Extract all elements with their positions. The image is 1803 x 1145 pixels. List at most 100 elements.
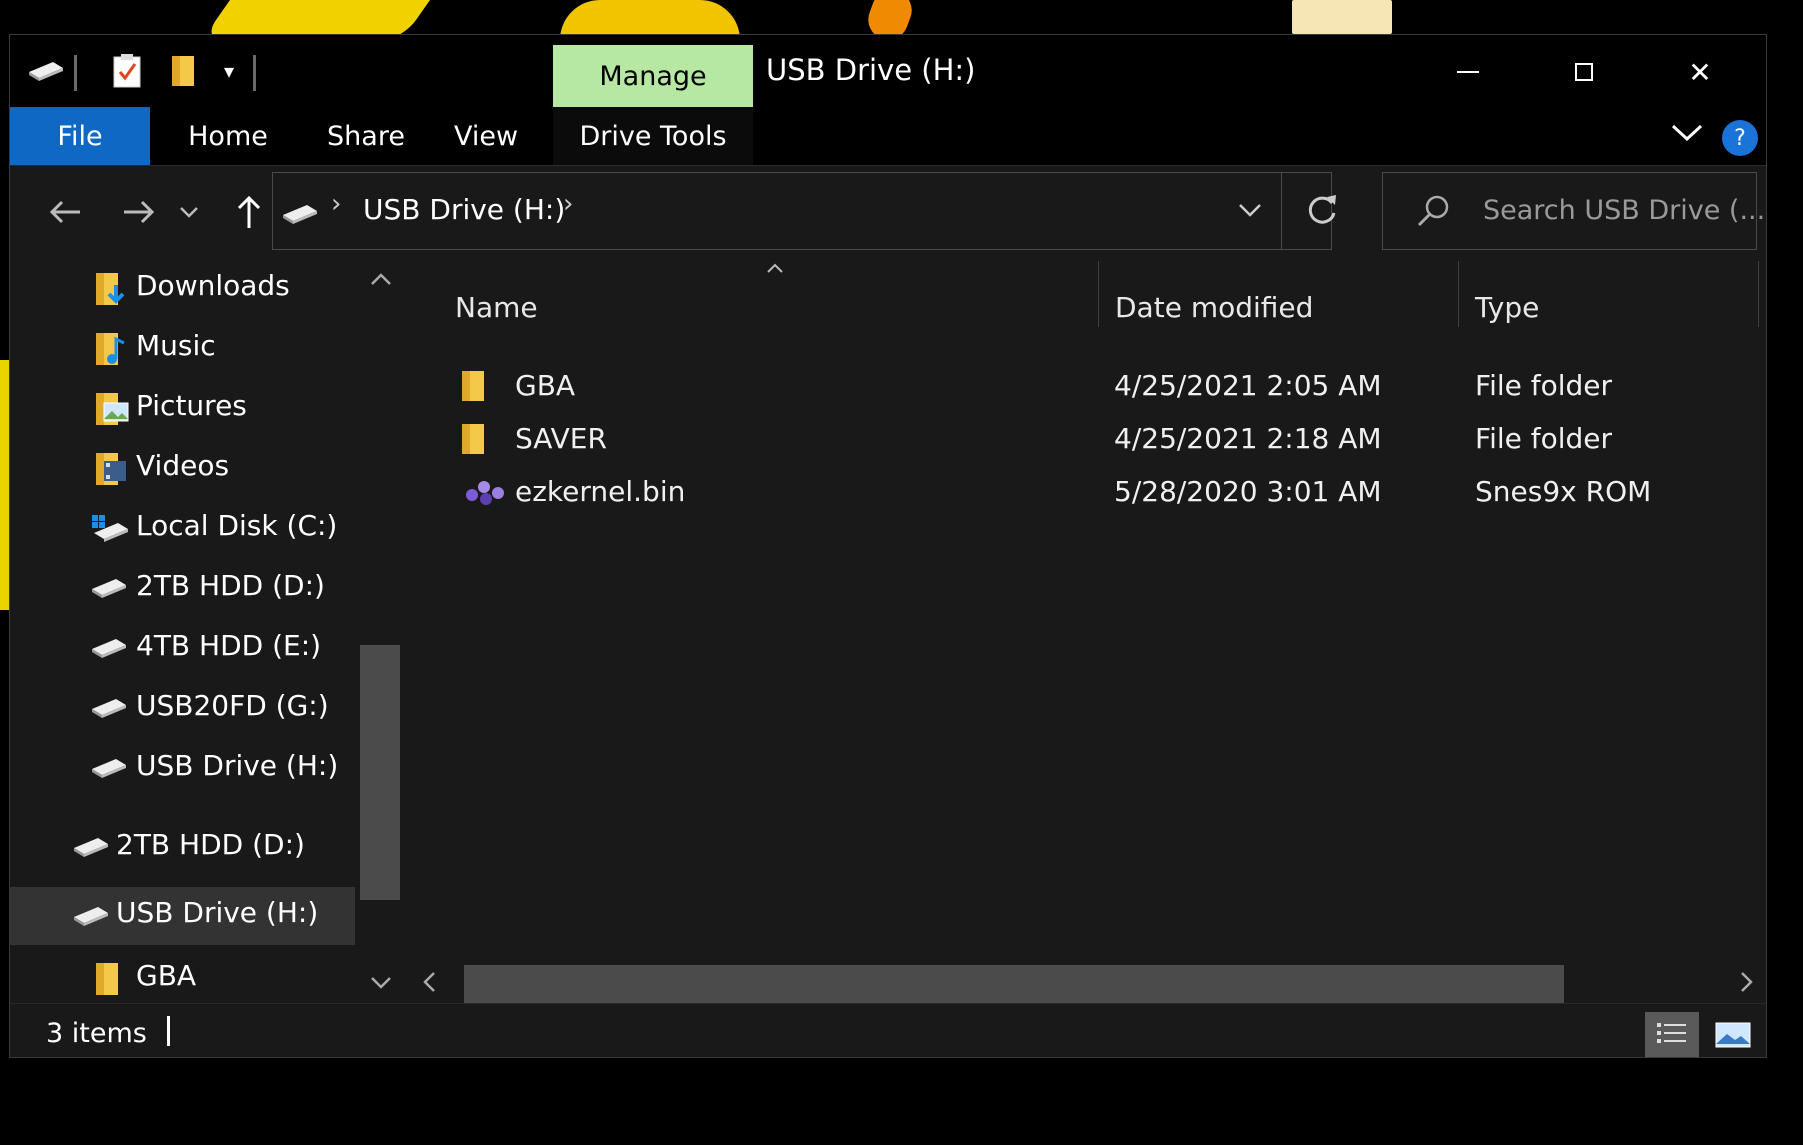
close-button[interactable]: ✕ xyxy=(1660,47,1740,97)
address-history-button[interactable] xyxy=(1237,201,1263,223)
chevron-down-icon xyxy=(1671,124,1703,142)
maximize-button[interactable] xyxy=(1544,47,1624,97)
tab-home[interactable]: Home xyxy=(178,107,278,165)
column-header-name[interactable]: Name xyxy=(455,291,538,324)
refresh-icon xyxy=(1308,195,1336,224)
file-name: GBA xyxy=(515,369,576,402)
file-date: 4/25/2021 2:18 AM xyxy=(1114,422,1382,455)
folder-icon xyxy=(460,422,494,456)
search-icon xyxy=(1415,193,1451,233)
nav-item-local-disk-c[interactable]: Local Disk (C:) xyxy=(10,501,355,557)
ribbon-tabs: File Home Share View Drive Tools ? xyxy=(10,107,1766,166)
folder-icon xyxy=(460,369,494,403)
sort-ascending-icon xyxy=(766,255,784,280)
tab-drive-tools[interactable]: Drive Tools xyxy=(553,107,753,165)
breadcrumb-current[interactable]: USB Drive (H:) xyxy=(363,193,565,226)
nav-item-label: 2TB HDD (D:) xyxy=(136,569,325,602)
nav-item-label: USB20FD (G:) xyxy=(136,689,329,722)
horizontal-scrollbar[interactable] xyxy=(408,961,1766,1005)
minimize-button[interactable] xyxy=(1428,47,1508,97)
nav-scrollbar-thumb[interactable] xyxy=(360,645,400,900)
close-icon: ✕ xyxy=(1688,55,1712,89)
back-button[interactable] xyxy=(40,190,90,234)
nav-item-2tb-hdd-d[interactable]: 2TB HDD (D:) xyxy=(10,561,355,617)
new-folder-icon[interactable] xyxy=(162,51,204,91)
tab-file[interactable]: File xyxy=(10,107,150,165)
nav-item-label: USB Drive (H:) xyxy=(136,749,339,782)
scroll-left-icon[interactable] xyxy=(422,971,436,997)
recent-locations-button[interactable] xyxy=(174,190,204,234)
help-button[interactable]: ? xyxy=(1722,120,1758,156)
file-date: 5/28/2020 3:01 AM xyxy=(1114,475,1382,508)
column-header-type[interactable]: Type xyxy=(1475,291,1539,324)
nav-item-label: Downloads xyxy=(136,269,290,302)
nav-item-usb-drive-h-root[interactable]: USB Drive (H:) xyxy=(10,887,355,945)
file-type: File folder xyxy=(1475,422,1613,455)
address-bar[interactable]: › USB Drive (H:) › xyxy=(272,172,1336,250)
drive-icon xyxy=(90,577,128,613)
details-view-button[interactable] xyxy=(1645,1012,1699,1057)
column-divider[interactable] xyxy=(1098,261,1099,327)
scroll-right-icon[interactable] xyxy=(1740,971,1754,997)
drive-icon xyxy=(90,637,128,673)
horizontal-scrollbar-thumb[interactable] xyxy=(464,965,1564,1005)
tab-view[interactable]: View xyxy=(446,107,526,165)
column-divider[interactable] xyxy=(1758,261,1759,327)
up-button[interactable] xyxy=(224,190,274,234)
breadcrumb-chevron-icon[interactable]: › xyxy=(331,189,341,219)
title-bar: ▾ Manage USB Drive (H:) ✕ xyxy=(10,35,1766,107)
drive-icon xyxy=(72,905,110,941)
large-icons-view-button[interactable] xyxy=(1706,1012,1760,1057)
navigation-bar: › USB Drive (H:) › Search USB Drive (... xyxy=(10,166,1766,261)
properties-icon[interactable] xyxy=(106,51,148,91)
chevron-down-icon xyxy=(180,207,198,218)
scroll-up-icon[interactable] xyxy=(370,267,392,292)
nav-item-label: USB Drive (H:) xyxy=(116,896,319,929)
arrow-up-icon xyxy=(237,195,261,228)
nav-item-music[interactable]: Music xyxy=(10,321,355,377)
nav-item-usb20fd-g[interactable]: USB20FD (G:) xyxy=(10,681,355,737)
column-header-date-modified[interactable]: Date modified xyxy=(1115,291,1313,324)
file-name: SAVER xyxy=(515,422,607,455)
windows-drive-icon xyxy=(90,513,128,549)
nav-item-pictures[interactable]: Pictures xyxy=(10,381,355,437)
file-row[interactable]: GBA 4/25/2021 2:05 AM File folder xyxy=(408,361,1766,411)
refresh-button[interactable] xyxy=(1305,191,1339,231)
chevron-down-icon xyxy=(1239,204,1261,217)
divider xyxy=(1281,173,1282,249)
search-box[interactable]: Search USB Drive (... xyxy=(1382,172,1765,250)
customize-toolbar-icon[interactable]: ▾ xyxy=(214,51,244,91)
nav-item-usb-drive-h[interactable]: USB Drive (H:) xyxy=(10,741,355,797)
large-icons-view-icon xyxy=(1715,1022,1751,1048)
tab-manage[interactable]: Manage xyxy=(553,45,753,107)
arrow-left-icon xyxy=(49,200,80,224)
expand-ribbon-button[interactable] xyxy=(1670,121,1704,149)
snes-rom-icon xyxy=(464,477,504,511)
breadcrumb-chevron-icon[interactable]: › xyxy=(563,189,573,219)
nav-item-label: Local Disk (C:) xyxy=(136,509,338,542)
search-input[interactable]: Search USB Drive (... xyxy=(1483,195,1765,226)
pictures-folder-icon xyxy=(94,391,132,427)
drive-icon xyxy=(90,697,128,733)
file-list: Name Date modified Type GBA 4/25/2021 2:… xyxy=(408,261,1766,961)
status-separator xyxy=(167,1016,170,1046)
nav-item-2tb-hdd-d-root[interactable]: 2TB HDD (D:) xyxy=(10,820,355,876)
folder-icon xyxy=(94,961,132,997)
item-count: 3 items xyxy=(46,1018,147,1049)
nav-item-gba[interactable]: GBA xyxy=(10,951,355,1001)
column-divider[interactable] xyxy=(1458,261,1459,327)
nav-item-label: GBA xyxy=(136,959,197,992)
nav-item-label: Pictures xyxy=(136,389,247,422)
scroll-down-icon[interactable] xyxy=(370,971,392,996)
nav-item-4tb-hdd-e[interactable]: 4TB HDD (E:) xyxy=(10,621,355,677)
file-row[interactable]: ezkernel.bin 5/28/2020 3:01 AM Snes9x RO… xyxy=(408,467,1766,517)
file-date: 4/25/2021 2:05 AM xyxy=(1114,369,1382,402)
nav-item-videos[interactable]: Videos xyxy=(10,441,355,497)
nav-item-downloads[interactable]: Downloads xyxy=(10,261,355,317)
forward-button[interactable] xyxy=(114,190,164,234)
downloads-folder-icon xyxy=(94,271,132,307)
drive-icon[interactable] xyxy=(22,51,70,91)
arrow-right-icon xyxy=(124,200,155,224)
file-row[interactable]: SAVER 4/25/2021 2:18 AM File folder xyxy=(408,414,1766,464)
tab-share[interactable]: Share xyxy=(316,107,416,165)
